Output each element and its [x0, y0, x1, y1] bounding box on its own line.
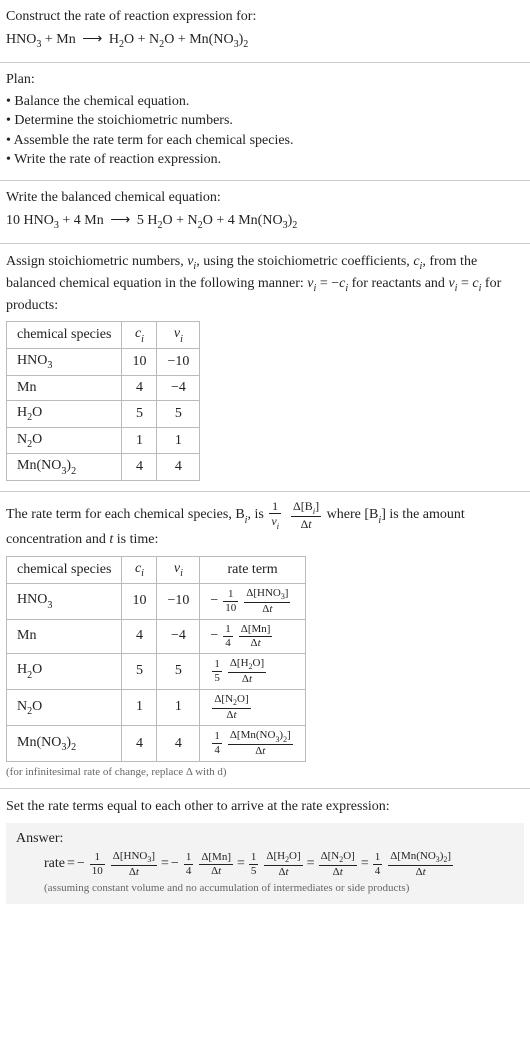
table-row: Mn(NO3)2 4 4 14 Δ[Mn(NO3)2]Δt — [7, 726, 306, 762]
reaction-arrow-icon: ⟶ — [76, 32, 109, 47]
fraction: Δ[Bi]Δt — [291, 500, 321, 530]
col-ci: ci — [122, 556, 157, 583]
col-nui: νi — [157, 322, 200, 349]
cell-ci: 4 — [122, 619, 157, 653]
cell-ci: 1 — [122, 427, 157, 454]
product-mnno32: Mn(NO3)2 — [238, 213, 297, 228]
table-row: Mn(NO3)2 4 4 — [7, 454, 200, 481]
table-row: HNO3 10 −10 − 110 Δ[HNO3]Δt — [7, 583, 306, 619]
cell-nui: 4 — [157, 726, 200, 762]
col-rate-term: rate term — [200, 556, 305, 583]
product-n2o: N2O — [149, 32, 174, 47]
cell-nui: 4 — [157, 454, 200, 481]
assumption-note: (assuming constant volume and no accumul… — [44, 882, 514, 894]
intro-section: Construct the rate of reaction expressio… — [0, 0, 530, 63]
balanced-heading: Write the balanced chemical equation: — [6, 189, 524, 208]
cell-rate-term: 15 Δ[H2O]Δt — [200, 653, 305, 689]
final-section: Set the rate terms equal to each other t… — [0, 789, 530, 914]
cell-nui: 1 — [157, 427, 200, 454]
rate-term-table: chemical species ci νi rate term HNO3 10… — [6, 556, 306, 762]
reactant-mn: Mn — [56, 32, 75, 47]
table-row: N2O 1 1 Δ[N2O]Δt — [7, 689, 306, 725]
cell-ci: 4 — [122, 375, 157, 400]
table-row: H2O 5 5 15 Δ[H2O]Δt — [7, 653, 306, 689]
cell-species: Mn(NO3)2 — [7, 454, 122, 481]
cell-species: N2O — [7, 689, 122, 725]
reactant-hno3: HNO3 — [6, 32, 41, 47]
intro-prompt: Construct the rate of reaction expressio… — [6, 8, 524, 27]
stoich-paragraph: Assign stoichiometric numbers, νi, using… — [6, 252, 524, 315]
answer-box: Answer: rate = − 110 Δ[HNO3]Δt = − 14 Δ[… — [6, 823, 524, 904]
rate-term-paragraph: The rate term for each chemical species,… — [6, 500, 524, 550]
cell-species: N2O — [7, 427, 122, 454]
plan-item: • Balance the chemical equation. — [6, 92, 524, 112]
cell-species: Mn(NO3)2 — [7, 726, 122, 762]
cell-nui: 5 — [157, 653, 200, 689]
cell-species: Mn — [7, 619, 122, 653]
cell-ci: 1 — [122, 689, 157, 725]
cell-rate-term: Δ[N2O]Δt — [200, 689, 305, 725]
cell-nui: −10 — [157, 349, 200, 376]
cell-rate-term: − 110 Δ[HNO3]Δt — [200, 583, 305, 619]
cell-nui: 5 — [157, 400, 200, 427]
balanced-section: Write the balanced chemical equation: 10… — [0, 181, 530, 244]
cell-ci: 5 — [122, 400, 157, 427]
table-row: Mn 4 −4 − 14 Δ[Mn]Δt — [7, 619, 306, 653]
cell-ci: 4 — [122, 726, 157, 762]
plan-section: Plan: • Balance the chemical equation. •… — [0, 63, 530, 181]
col-species: chemical species — [7, 322, 122, 349]
table-header-row: chemical species ci νi — [7, 322, 200, 349]
col-ci: ci — [122, 322, 157, 349]
cell-ci: 10 — [122, 349, 157, 376]
plan-item: • Determine the stoichiometric numbers. — [6, 111, 524, 131]
cell-rate-term: − 14 Δ[Mn]Δt — [200, 619, 305, 653]
rate-expression: rate = − 110 Δ[HNO3]Δt = − 14 Δ[Mn]Δt = … — [44, 851, 514, 878]
table-row: N2O 1 1 — [7, 427, 200, 454]
plan-item: • Write the rate of reaction expression. — [6, 150, 524, 170]
cell-species: H2O — [7, 400, 122, 427]
cell-species: HNO3 — [7, 349, 122, 376]
plan-item: • Assemble the rate term for each chemic… — [6, 131, 524, 151]
product-h2o: H2O — [109, 32, 134, 47]
intro-equation: HNO3 + Mn ⟶ H2O + N2O + Mn(NO3)2 — [6, 29, 524, 52]
cell-nui: −4 — [157, 619, 200, 653]
product-mnno32: Mn(NO3)2 — [189, 32, 248, 47]
final-heading: Set the rate terms equal to each other t… — [6, 797, 524, 817]
stoich-table: chemical species ci νi HNO3 10 −10 Mn 4 … — [6, 321, 200, 481]
table-row: H2O 5 5 — [7, 400, 200, 427]
table-row: HNO3 10 −10 — [7, 349, 200, 376]
cell-species: Mn — [7, 375, 122, 400]
product-h2o: H2O — [147, 213, 172, 228]
col-nui: νi — [157, 556, 200, 583]
col-species: chemical species — [7, 556, 122, 583]
plan-list: • Balance the chemical equation. • Deter… — [6, 92, 524, 170]
table-header-row: chemical species ci νi rate term — [7, 556, 306, 583]
cell-rate-term: 14 Δ[Mn(NO3)2]Δt — [200, 726, 305, 762]
cell-ci: 5 — [122, 653, 157, 689]
fraction: 1νi — [269, 500, 281, 530]
stoich-section: Assign stoichiometric numbers, νi, using… — [0, 244, 530, 492]
cell-nui: 1 — [157, 689, 200, 725]
reaction-arrow-icon: ⟶ — [104, 213, 137, 228]
plan-heading: Plan: — [6, 71, 524, 90]
infinitesimal-note: (for infinitesimal rate of change, repla… — [6, 766, 524, 778]
cell-nui: −4 — [157, 375, 200, 400]
cell-species: HNO3 — [7, 583, 122, 619]
answer-label: Answer: — [16, 831, 514, 847]
rate-term-section: The rate term for each chemical species,… — [0, 492, 530, 789]
product-n2o: N2O — [188, 213, 213, 228]
cell-species: H2O — [7, 653, 122, 689]
reactant-mn: Mn — [84, 213, 103, 228]
balanced-equation: 10 HNO3 + 4 Mn ⟶ 5 H2O + N2O + 4 Mn(NO3)… — [6, 210, 524, 233]
cell-ci: 10 — [122, 583, 157, 619]
cell-ci: 4 — [122, 454, 157, 481]
table-row: Mn 4 −4 — [7, 375, 200, 400]
cell-nui: −10 — [157, 583, 200, 619]
reactant-hno3: HNO3 — [24, 213, 59, 228]
